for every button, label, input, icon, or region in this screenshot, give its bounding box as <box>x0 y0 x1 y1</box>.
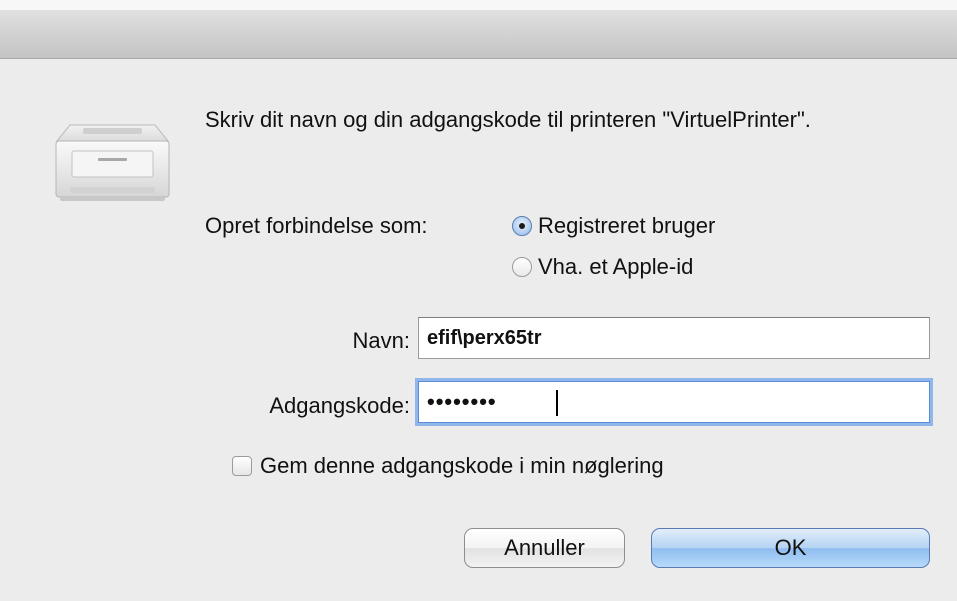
radio-registered-user[interactable]: Registreret bruger <box>512 213 715 239</box>
printer-icon <box>55 124 170 201</box>
name-label: Navn: <box>352 328 410 353</box>
radio-apple-id[interactable]: Vha. et Apple-id <box>512 254 693 280</box>
password-field[interactable]: •••••••• <box>418 381 930 423</box>
remember-checkbox[interactable] <box>232 456 252 476</box>
remember-password-option[interactable]: Gem denne adgangskode i min nøglering <box>232 453 664 479</box>
cancel-button[interactable]: Annuller <box>464 528 625 568</box>
password-dialog: Skriv dit navn og din adgangskode til pr… <box>0 0 957 601</box>
password-label: Adgangskode: <box>269 393 410 418</box>
name-field[interactable]: efif\perx65tr <box>418 317 930 359</box>
radio-selected-icon[interactable] <box>512 216 532 236</box>
radio-unselected-icon[interactable] <box>512 257 532 277</box>
text-caret <box>556 390 558 416</box>
dialog-content: Skriv dit navn og din adgangskode til pr… <box>0 59 957 601</box>
dialog-message: Skriv dit navn og din adgangskode til pr… <box>205 107 811 132</box>
remember-label: Gem denne adgangskode i min nøglering <box>260 453 664 478</box>
title-bar-top <box>0 0 957 10</box>
radio-apple-id-label: Vha. et Apple-id <box>538 254 694 279</box>
connect-as-label: Opret forbindelse som: <box>205 213 428 238</box>
radio-registered-user-label: Registreret bruger <box>538 213 716 238</box>
name-value: efif\perx65tr <box>427 327 542 349</box>
ok-button[interactable]: OK <box>651 528 930 568</box>
password-value: •••••••• <box>427 389 497 414</box>
title-bar <box>0 0 957 59</box>
